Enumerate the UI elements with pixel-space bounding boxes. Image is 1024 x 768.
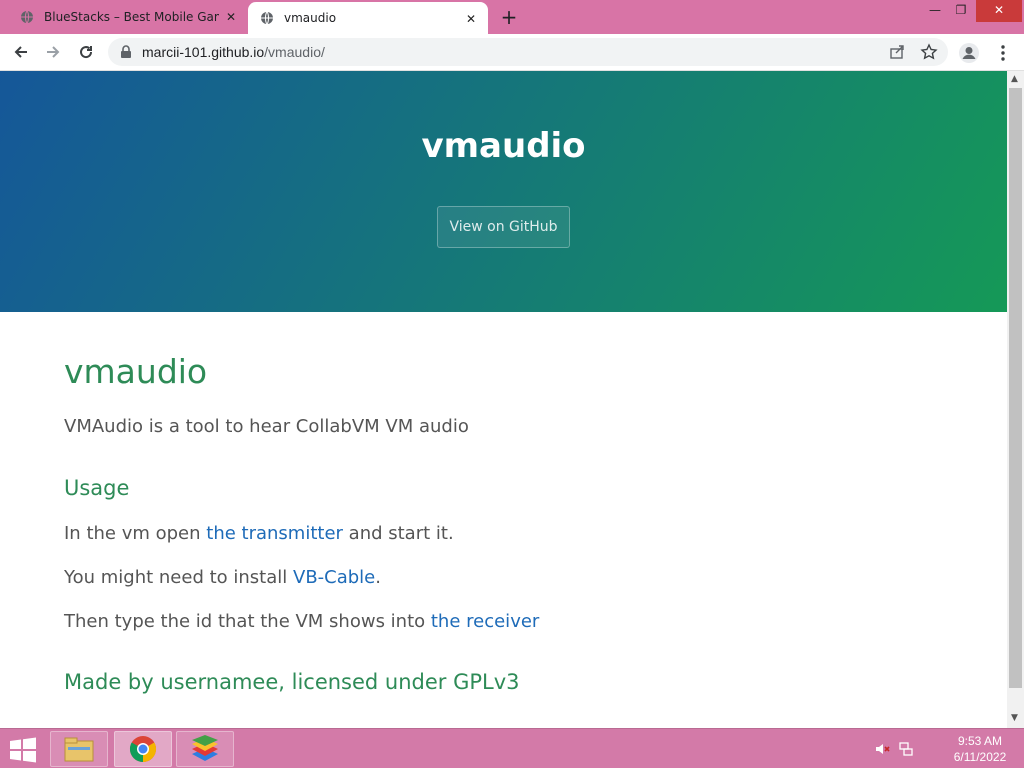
scroll-down-icon[interactable]: ▼ (1011, 713, 1018, 723)
text: Then type the id that the VM shows into (64, 611, 431, 632)
usage-line-3: Then type the id that the VM shows into … (64, 611, 539, 632)
reload-button[interactable] (73, 40, 99, 64)
profile-icon[interactable] (958, 42, 980, 64)
clock-date: 6/11/2022 (953, 750, 1007, 764)
restore-button[interactable]: ❐ (946, 0, 976, 22)
lock-icon (121, 45, 131, 58)
receiver-link[interactable]: the receiver (431, 611, 539, 632)
bluestacks-icon (192, 735, 218, 761)
tab-strip: BlueStacks – Best Mobile Gaming ✕ vmaudi… (0, 0, 1024, 34)
transmitter-link[interactable]: the transmitter (206, 523, 343, 544)
text: You might need to install (64, 567, 293, 588)
usage-line-2: You might need to install VB-Cable. (64, 567, 381, 588)
close-icon[interactable]: ✕ (224, 10, 238, 24)
clock-time: 9:53 AM (957, 734, 1003, 748)
scroll-up-icon[interactable]: ▲ (1011, 74, 1018, 84)
footer-heading: Made by usernamee, licensed under GPLv3 (64, 670, 520, 694)
new-tab-button[interactable]: + (498, 7, 520, 27)
intro-text: VMAudio is a tool to hear CollabVM VM au… (64, 416, 469, 437)
system-clock[interactable]: 9:53 AM 6/11/2022 (940, 733, 1020, 765)
file-explorer-taskbar-button[interactable] (50, 731, 108, 767)
tab-title: vmaudio (284, 11, 337, 25)
back-button[interactable] (8, 40, 34, 64)
page-heading: vmaudio (64, 352, 208, 391)
menu-dots-icon[interactable] (992, 42, 1014, 64)
url-text: marcii-101.github.io/vmaudio/ (142, 44, 325, 60)
usage-heading: Usage (64, 476, 130, 500)
page-header: vmaudio View on GitHub (0, 71, 1007, 312)
vb-cable-link[interactable]: VB-Cable (293, 567, 375, 588)
star-icon[interactable] (920, 43, 938, 61)
reload-icon (80, 46, 93, 59)
browser-toolbar: marcii-101.github.io/vmaudio/ (0, 34, 1024, 71)
close-icon[interactable]: ✕ (464, 12, 478, 26)
globe-icon (261, 11, 273, 25)
network-icon[interactable] (898, 741, 914, 757)
globe-icon (21, 10, 33, 24)
window-close-button[interactable]: ✕ (976, 0, 1022, 22)
tab-title: BlueStacks – Best Mobile Gaming (44, 10, 219, 24)
vertical-scrollbar[interactable]: ▲ ▼ (1007, 71, 1024, 728)
folder-icon (64, 737, 94, 762)
arrow-left-icon (14, 46, 27, 58)
tab-vmaudio[interactable]: vmaudio ✕ (248, 2, 488, 34)
text: and start it. (342, 523, 454, 544)
usage-line-1: In the vm open the transmitter and start… (64, 523, 454, 544)
project-title: vmaudio (421, 126, 586, 166)
speaker-muted-icon[interactable] (874, 741, 890, 757)
address-bar[interactable]: marcii-101.github.io/vmaudio/ (108, 38, 948, 66)
page-viewport: vmaudio View on GitHub vmaudio VMAudio i… (0, 71, 1007, 728)
forward-button[interactable] (40, 40, 66, 64)
tab-bluestacks[interactable]: BlueStacks – Best Mobile Gaming ✕ (8, 0, 248, 34)
chrome-taskbar-button[interactable] (114, 731, 172, 767)
url-path: /vmaudio/ (264, 44, 325, 60)
taskbar: 9:53 AM 6/11/2022 (0, 728, 1024, 768)
share-icon[interactable] (888, 43, 906, 61)
arrow-right-icon (47, 46, 60, 58)
view-on-github-button[interactable]: View on GitHub (437, 206, 570, 248)
windows-start-icon[interactable] (8, 737, 38, 763)
url-host: marcii-101.github.io (142, 44, 265, 60)
scroll-thumb[interactable] (1009, 88, 1022, 688)
text: In the vm open (64, 523, 207, 544)
chrome-icon (129, 736, 157, 763)
text: . (375, 567, 381, 588)
bluestacks-taskbar-button[interactable] (176, 731, 234, 767)
